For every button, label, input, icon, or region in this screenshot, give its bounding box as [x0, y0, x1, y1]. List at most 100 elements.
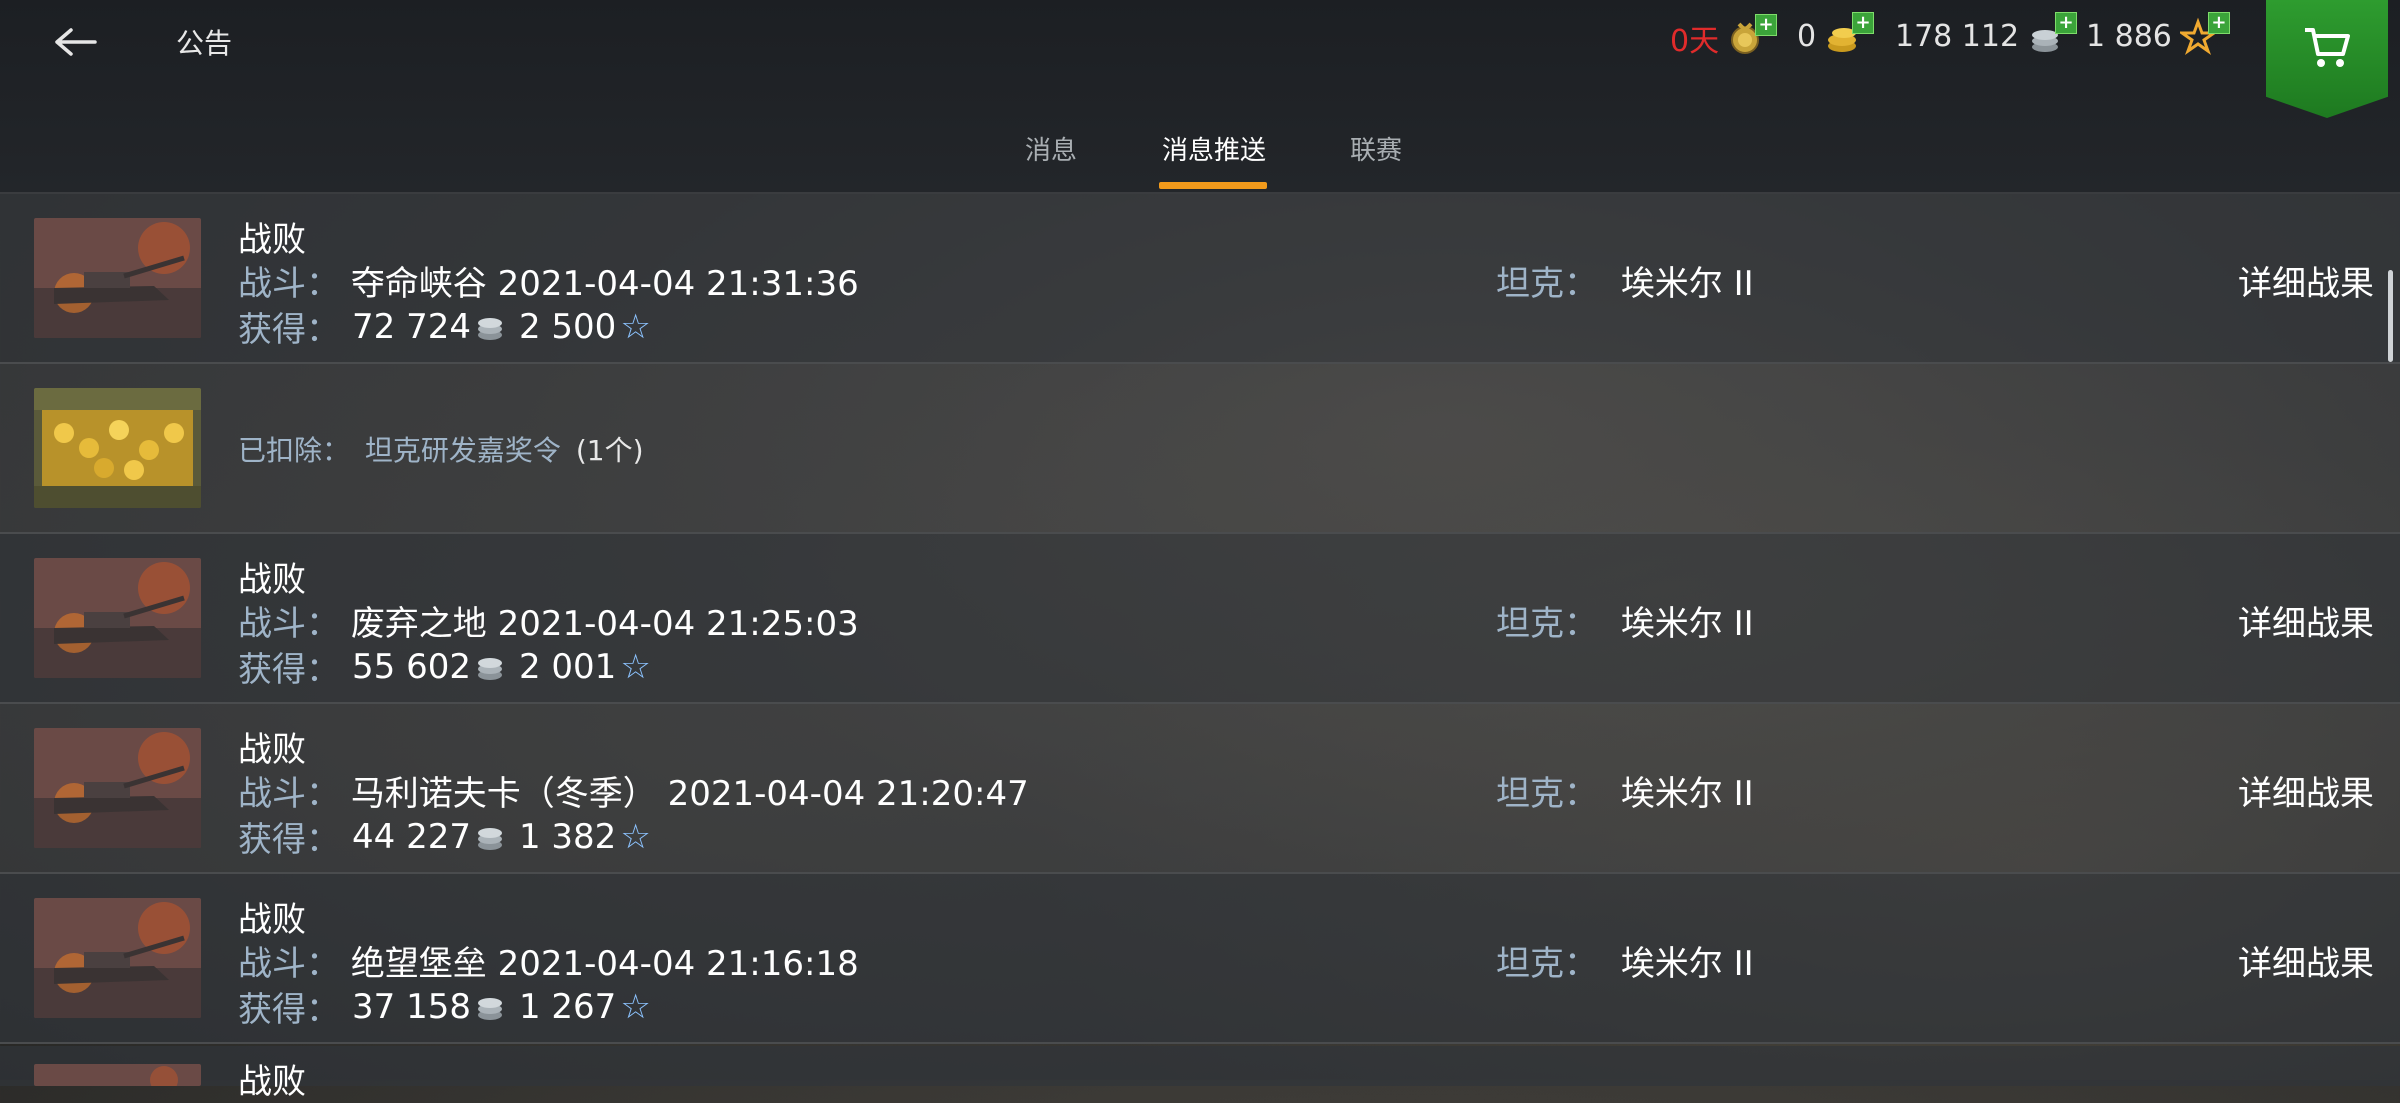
battle-thumbnail: [34, 898, 201, 1018]
silver-coins-icon: [477, 657, 502, 680]
gold-value: 0: [1797, 18, 1817, 54]
add-xp-plus-icon[interactable]: +: [2207, 12, 2230, 34]
silver-coins-icon: +: [2027, 12, 2078, 56]
battle-thumbnail: [34, 558, 201, 678]
arrow-left-icon: [55, 28, 97, 56]
add-silver-plus-icon[interactable]: +: [2055, 12, 2078, 34]
battle-label: 战斗：: [238, 944, 340, 984]
tank-info: 坦克： 埃米尔 II: [1496, 936, 1754, 985]
xp-earned: 1 267: [518, 986, 617, 1027]
gold-balance[interactable]: 0 +: [1797, 12, 1875, 56]
battle-info: 战斗： 废弃之地 2021-04-04 21:25:03: [238, 596, 859, 645]
tab-messages[interactable]: 消息: [1025, 130, 1077, 167]
add-gold-plus-icon[interactable]: +: [1852, 12, 1875, 34]
silver-earned: 55 602: [352, 646, 471, 687]
earned-label: 获得：: [238, 820, 340, 860]
tank-name: 埃米尔 II: [1620, 604, 1754, 644]
free-xp-value: 1 886: [2086, 18, 2172, 54]
add-premium-plus-icon[interactable]: +: [1755, 14, 1778, 36]
cart-icon: [2305, 28, 2350, 67]
tank-info: 坦克： 埃米尔 II: [1496, 256, 1754, 305]
battle-info: 战斗： 夺命峡谷 2021-04-04 21:31:36: [238, 256, 859, 305]
silver-balance[interactable]: 178 112 +: [1895, 12, 2078, 56]
list-item[interactable]: 战败 战斗： 马利诺夫卡（冬季） 2021-04-04 21:20:47 获得：…: [0, 704, 2400, 874]
battle-info: 战斗： 绝望堡垒 2021-04-04 21:16:18: [238, 936, 859, 985]
free-xp-balance[interactable]: 1 886 +: [2086, 12, 2230, 56]
tab-notifications[interactable]: 消息推送: [1162, 130, 1266, 167]
detail-results-button[interactable]: 详细战果: [2238, 596, 2374, 645]
detail-results-button[interactable]: 详细战果: [2238, 936, 2374, 985]
premium-days[interactable]: 0天 +: [1670, 14, 1778, 60]
xp-earned: 1 382: [518, 816, 617, 857]
detail-results-button[interactable]: 详细战果: [2238, 256, 2374, 305]
earnings: 获得： 72 724 2 500 ☆: [238, 302, 651, 351]
earned-label: 获得：: [238, 990, 340, 1030]
battle-map-time: 夺命峡谷 2021-04-04 21:31:36: [350, 264, 859, 304]
silver-coins-icon: [477, 317, 502, 340]
silver-earned: 37 158: [352, 986, 471, 1027]
silver-earned: 44 227: [352, 816, 471, 857]
message-list[interactable]: 战败 战斗： 夺命峡谷 2021-04-04 21:31:36 获得： 72 7…: [0, 194, 2400, 1044]
active-tab-indicator: [1159, 182, 1267, 189]
detail-results-button[interactable]: 详细战果: [2238, 766, 2374, 815]
gold-coins-icon: +: [1824, 12, 1875, 56]
deducted-count: (1个): [575, 434, 644, 467]
top-bar: 公告 0天 + 0 + 178 112 + 1 886 + 消息 消息推送 联赛: [0, 0, 2400, 194]
battle-label: 战斗：: [238, 604, 340, 644]
deducted-label: 已扣除：: [238, 434, 351, 467]
tank-label: 坦克：: [1496, 264, 1598, 304]
list-item[interactable]: 战败: [0, 1046, 2400, 1102]
tank-name: 埃米尔 II: [1620, 774, 1754, 814]
premium-days-value: 0天: [1670, 24, 1720, 59]
tank-label: 坦克：: [1496, 604, 1598, 644]
earned-label: 获得：: [238, 650, 340, 690]
star-icon: +: [2177, 12, 2230, 56]
earnings: 获得： 44 227 1 382 ☆: [238, 812, 651, 861]
battle-thumbnail: [34, 1064, 201, 1086]
list-item[interactable]: 战败 战斗： 夺命峡谷 2021-04-04 21:31:36 获得： 72 7…: [0, 194, 2400, 364]
earnings: 获得： 37 158 1 267 ☆: [238, 982, 651, 1031]
battle-map-time: 马利诺夫卡（冬季） 2021-04-04 21:20:47: [350, 774, 1029, 814]
list-item[interactable]: 战败 战斗： 废弃之地 2021-04-04 21:25:03 获得： 55 6…: [0, 534, 2400, 704]
star-icon: ☆: [620, 986, 651, 1027]
tank-label: 坦克：: [1496, 944, 1598, 984]
shop-button[interactable]: [2266, 0, 2388, 118]
deduction-info: 已扣除： 坦克研发嘉奖令 (1个): [238, 429, 644, 469]
silver-coins-icon: [477, 827, 502, 850]
xp-earned: 2 500: [518, 306, 617, 347]
premium-medal-icon: +: [1727, 14, 1778, 58]
tank-info: 坦克： 埃米尔 II: [1496, 596, 1754, 645]
battle-result: 战败: [238, 1062, 306, 1102]
battle-info: 战斗： 马利诺夫卡（冬季） 2021-04-04 21:20:47: [238, 766, 1029, 815]
tab-bar: 消息 消息推送 联赛: [0, 130, 2400, 192]
battle-result: 战败: [238, 560, 306, 600]
scrollbar[interactable]: [2388, 270, 2393, 362]
battle-label: 战斗：: [238, 264, 340, 304]
star-icon: ☆: [620, 306, 651, 347]
battle-thumbnail: [34, 728, 201, 848]
battle-result: 战败: [238, 900, 306, 940]
tank-label: 坦克：: [1496, 774, 1598, 814]
tank-info: 坦克： 埃米尔 II: [1496, 766, 1754, 815]
star-icon: ☆: [620, 646, 651, 687]
xp-earned: 2 001: [518, 646, 617, 687]
earnings: 获得： 55 602 2 001 ☆: [238, 642, 651, 691]
earned-label: 获得：: [238, 310, 340, 350]
silver-value: 178 112: [1895, 18, 2020, 54]
tab-league[interactable]: 联赛: [1350, 130, 1402, 167]
tank-name: 埃米尔 II: [1620, 264, 1754, 304]
battle-thumbnail: [34, 218, 201, 338]
gold-chest-thumbnail: [34, 388, 201, 508]
battle-result: 战败: [238, 220, 306, 260]
back-button[interactable]: [40, 14, 110, 70]
list-item[interactable]: 已扣除： 坦克研发嘉奖令 (1个): [0, 364, 2400, 534]
list-item[interactable]: 战败 战斗： 绝望堡垒 2021-04-04 21:16:18 获得： 37 1…: [0, 874, 2400, 1044]
silver-earned: 72 724: [352, 306, 471, 347]
battle-map-time: 废弃之地 2021-04-04 21:25:03: [350, 604, 859, 644]
silver-coins-icon: [477, 997, 502, 1020]
battle-map-time: 绝望堡垒 2021-04-04 21:16:18: [350, 944, 859, 984]
battle-label: 战斗：: [238, 774, 340, 814]
star-icon: ☆: [620, 816, 651, 857]
battle-result: 战败: [238, 730, 306, 770]
page-title: 公告: [176, 27, 233, 60]
